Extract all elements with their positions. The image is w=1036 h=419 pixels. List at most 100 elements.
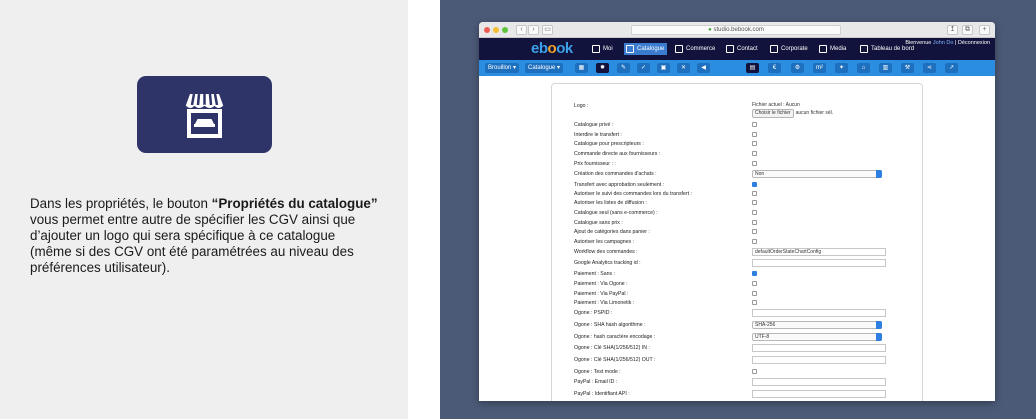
nav-corporate[interactable]: Corporate [768, 43, 811, 55]
basket-icon[interactable]: ⌂ [857, 63, 870, 73]
checkbox-checked[interactable] [752, 271, 757, 276]
text-input[interactable] [752, 390, 886, 398]
nav-media[interactable]: Media [817, 43, 849, 55]
text-input[interactable] [752, 309, 886, 317]
form-row-label: Ogone : Test mode : [574, 369, 621, 375]
edit-icon[interactable]: ✎ [617, 63, 630, 73]
app-header: ebook Moi Catalogue Commerce Contact Cor… [479, 38, 995, 60]
form-row: Paiement : Via Limonetik : [574, 299, 914, 308]
settings-icon[interactable]: ⚙ [791, 63, 804, 73]
text-input[interactable] [752, 378, 886, 386]
select-value: SHA-256 [755, 322, 776, 328]
nav-commerce[interactable]: Commerce [673, 43, 718, 55]
logo-o: o [547, 40, 557, 57]
nav-contact-label: Contact [737, 46, 758, 52]
store-icon [626, 45, 634, 53]
form-row: PayPal : Email ID : [574, 378, 914, 387]
checkbox[interactable] [752, 369, 757, 374]
checkbox[interactable] [752, 229, 757, 234]
twitter-icon[interactable]: ✦ [835, 63, 848, 73]
image-icon[interactable]: ▣ [657, 63, 670, 73]
explanation-panel: Dans les propriétés, le bouton “Propriét… [0, 0, 408, 419]
form-row-label: Interdire le transfert : [574, 132, 622, 138]
user-area: Bienvenue John Do | Déconnexion [905, 40, 990, 47]
forward-button[interactable]: › [528, 25, 539, 35]
checkbox[interactable] [752, 141, 757, 146]
address-bar[interactable]: ● studio.bebook.com [631, 25, 841, 35]
pdf-icon[interactable]: ▥ [879, 63, 892, 73]
catalog-properties-form: Logo : Fichier actuel : Aucun Choisir le… [551, 83, 923, 401]
nav-contact[interactable]: Contact [724, 43, 761, 55]
catalog-properties-page: Logo : Fichier actuel : Aucun Choisir le… [479, 76, 995, 401]
wrench-icon[interactable]: ⚒ [901, 63, 914, 73]
tabs-button[interactable]: ⧉ [962, 25, 973, 35]
checkbox[interactable] [752, 122, 757, 127]
bebook-logo[interactable]: ebook [531, 40, 573, 57]
back-button[interactable]: ‹ [516, 25, 527, 35]
checkbox[interactable] [752, 191, 757, 196]
form-row: Google Analytics tracking id : [574, 259, 914, 268]
checkbox-checked[interactable] [752, 182, 757, 187]
corporate-icon [770, 45, 778, 53]
checkbox[interactable] [752, 200, 757, 205]
choose-file-button[interactable]: Choisir le fichier [752, 109, 794, 118]
text-input[interactable] [752, 259, 886, 267]
select-dropdown[interactable]: UTF-8 [752, 333, 882, 341]
draft-select[interactable]: Brouillon ▾ [485, 63, 520, 73]
form-row-label: Ajout de catégories dans panier : [574, 229, 650, 235]
form-row: Workflow des commandes : defaultOrderStat… [574, 248, 914, 257]
checkbox[interactable] [752, 151, 757, 156]
draft-select-label: Brouillon [488, 65, 512, 71]
text-input[interactable] [752, 356, 886, 364]
form-row: Autoriser les campagnes : [574, 238, 914, 247]
nav-moi-label: Moi [603, 46, 613, 52]
zoom-window-button[interactable] [502, 27, 508, 33]
close-window-button[interactable] [484, 27, 490, 33]
checkbox[interactable] [752, 239, 757, 244]
select-dropdown[interactable]: SHA-256 [752, 321, 882, 329]
form-row: Ogone : Clé SHA(1/256/512) OUT : [574, 356, 914, 365]
checkbox[interactable] [752, 161, 757, 166]
tools-icon[interactable]: ✕ [677, 63, 690, 73]
minimize-window-button[interactable] [493, 27, 499, 33]
new-tab-button[interactable]: + [979, 25, 990, 35]
catalog-icon[interactable]: ▦ [575, 63, 588, 73]
checkbox[interactable] [752, 291, 757, 296]
user-name[interactable]: John Do [933, 40, 954, 46]
form-row: Catalogue sans prix : [574, 219, 914, 228]
share-icon[interactable]: ⋖ [923, 63, 936, 73]
checkbox[interactable] [752, 210, 757, 215]
checkbox[interactable] [752, 220, 757, 225]
select-dropdown[interactable]: Non [752, 170, 882, 178]
browser-window: ‹ › ▭ ● studio.bebook.com ↥ ⧉ + ebook Mo… [479, 22, 995, 401]
gear-icon[interactable]: ✹ [596, 63, 609, 73]
form-row-label: Transfert avec approbation seulement : [574, 182, 665, 188]
form-row-label: Paiement : Via Limonetik : [574, 300, 635, 306]
text-input[interactable] [752, 344, 886, 352]
page-icon[interactable]: ▤ [746, 63, 759, 73]
area-icon[interactable]: m² [813, 63, 826, 73]
megaphone-icon[interactable]: ◀ [697, 63, 710, 73]
m2-label: m² [816, 65, 823, 71]
form-row: Catalogue pour prescripteurs : [574, 140, 914, 149]
form-row: Interdire le transfert : [574, 131, 914, 140]
nav-catalogue[interactable]: Catalogue [624, 43, 668, 55]
euro-icon[interactable]: € [768, 63, 781, 73]
catalog-properties-tile [137, 76, 272, 153]
logout-link[interactable]: Déconnexion [958, 40, 990, 46]
catalog-select[interactable]: Catalogue ▾ [525, 63, 564, 73]
check-icon[interactable]: ✓ [637, 63, 650, 73]
nav-moi[interactable]: Moi [590, 43, 616, 55]
form-row-label: Prix fournisseur : : [574, 161, 616, 167]
form-row: Paiement : Sans : [574, 270, 914, 279]
checkbox[interactable] [752, 300, 757, 305]
export-icon[interactable]: ↗ [945, 63, 958, 73]
share-button[interactable]: ↥ [947, 25, 958, 35]
contact-icon [726, 45, 734, 53]
text-input[interactable]: defaultOrderStateChartConfig [752, 248, 886, 256]
form-row-label: Autoriser les listes de diffusion : [574, 200, 647, 206]
checkbox[interactable] [752, 281, 757, 286]
sidebar-toggle-button[interactable]: ▭ [542, 25, 553, 35]
catalog-toolbar: Brouillon ▾ Catalogue ▾ ▦ ✹ ✎ ✓ ▣ ✕ ◀ ▤ … [479, 60, 995, 76]
checkbox[interactable] [752, 132, 757, 137]
